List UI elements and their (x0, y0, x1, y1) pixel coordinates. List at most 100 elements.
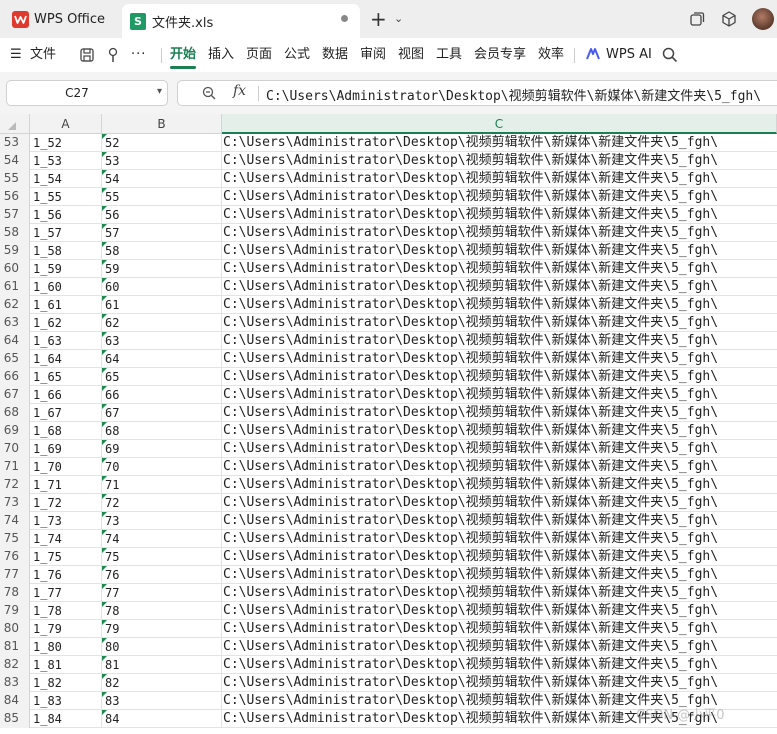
row-header[interactable]: 56 (0, 188, 30, 206)
cell-a[interactable]: 1_62 (30, 314, 102, 332)
cell-b[interactable]: 58 (102, 242, 222, 260)
cell-a[interactable]: 1_84 (30, 710, 102, 728)
formula-input[interactable]: fx C:\Users\Administrator\Desktop\视频剪辑软件… (177, 80, 777, 106)
row-header[interactable]: 76 (0, 548, 30, 566)
name-box[interactable]: C27 ▾ (6, 80, 168, 106)
avatar[interactable] (752, 8, 774, 30)
cell-a[interactable]: 1_79 (30, 620, 102, 638)
cell-a[interactable]: 1_53 (30, 152, 102, 170)
cube-icon[interactable] (720, 10, 738, 28)
cell-a[interactable]: 1_76 (30, 566, 102, 584)
cell-a[interactable]: 1_66 (30, 386, 102, 404)
cell-a[interactable]: 1_74 (30, 530, 102, 548)
row-header[interactable]: 55 (0, 170, 30, 188)
cell-c[interactable]: C:\Users\Administrator\Desktop\视频剪辑软件\新媒… (222, 512, 777, 530)
row-header[interactable]: 71 (0, 458, 30, 476)
format-painter-icon[interactable] (104, 46, 122, 64)
cell-b[interactable]: 65 (102, 368, 222, 386)
cell-b[interactable]: 59 (102, 260, 222, 278)
row-header[interactable]: 61 (0, 278, 30, 296)
cell-b[interactable]: 67 (102, 404, 222, 422)
cell-b[interactable]: 66 (102, 386, 222, 404)
cell-a[interactable]: 1_71 (30, 476, 102, 494)
cell-c[interactable]: C:\Users\Administrator\Desktop\视频剪辑软件\新媒… (222, 314, 777, 332)
cell-a[interactable]: 1_82 (30, 674, 102, 692)
cell-c[interactable]: C:\Users\Administrator\Desktop\视频剪辑软件\新媒… (222, 170, 777, 188)
cell-a[interactable]: 1_72 (30, 494, 102, 512)
cell-a[interactable]: 1_78 (30, 602, 102, 620)
save-icon[interactable] (78, 46, 96, 64)
cell-b[interactable]: 68 (102, 422, 222, 440)
cell-c[interactable]: C:\Users\Administrator\Desktop\视频剪辑软件\新媒… (222, 548, 777, 566)
cell-b[interactable]: 75 (102, 548, 222, 566)
row-header[interactable]: 80 (0, 620, 30, 638)
cell-c[interactable]: C:\Users\Administrator\Desktop\视频剪辑软件\新媒… (222, 458, 777, 476)
cell-a[interactable]: 1_63 (30, 332, 102, 350)
cell-b[interactable]: 72 (102, 494, 222, 512)
cell-b[interactable]: 54 (102, 170, 222, 188)
fx-icon[interactable]: fx (233, 83, 246, 99)
cell-c[interactable]: C:\Users\Administrator\Desktop\视频剪辑软件\新媒… (222, 476, 777, 494)
cell-b[interactable]: 73 (102, 512, 222, 530)
cell-b[interactable]: 78 (102, 602, 222, 620)
file-tab[interactable]: S 文件夹.xls (122, 4, 360, 38)
tab-tools[interactable]: 工具 (436, 38, 462, 72)
cell-c[interactable]: C:\Users\Administrator\Desktop\视频剪辑软件\新媒… (222, 188, 777, 206)
wps-ai-button[interactable]: WPS AI (606, 38, 652, 72)
row-header[interactable]: 79 (0, 602, 30, 620)
cell-c[interactable]: C:\Users\Administrator\Desktop\视频剪辑软件\新媒… (222, 134, 777, 152)
cell-a[interactable]: 1_64 (30, 350, 102, 368)
cell-a[interactable]: 1_54 (30, 170, 102, 188)
tab-data[interactable]: 数据 (322, 38, 348, 72)
cell-b[interactable]: 61 (102, 296, 222, 314)
tab-insert[interactable]: 插入 (208, 38, 234, 72)
cell-c[interactable]: C:\Users\Administrator\Desktop\视频剪辑软件\新媒… (222, 440, 777, 458)
row-header[interactable]: 84 (0, 692, 30, 710)
new-tab-icon[interactable]: + (370, 9, 387, 29)
tab-review[interactable]: 审阅 (360, 38, 386, 72)
cell-c[interactable]: C:\Users\Administrator\Desktop\视频剪辑软件\新媒… (222, 494, 777, 512)
row-header[interactable]: 65 (0, 350, 30, 368)
row-header[interactable]: 73 (0, 494, 30, 512)
cell-a[interactable]: 1_57 (30, 224, 102, 242)
cell-a[interactable]: 1_52 (30, 134, 102, 152)
cell-b[interactable]: 77 (102, 584, 222, 602)
row-header[interactable]: 60 (0, 260, 30, 278)
row-header[interactable]: 77 (0, 566, 30, 584)
cell-a[interactable]: 1_69 (30, 440, 102, 458)
row-header[interactable]: 85 (0, 710, 30, 728)
cell-b[interactable]: 80 (102, 638, 222, 656)
cell-c[interactable]: C:\Users\Administrator\Desktop\视频剪辑软件\新媒… (222, 404, 777, 422)
cell-b[interactable]: 57 (102, 224, 222, 242)
row-header[interactable]: 83 (0, 674, 30, 692)
cell-c[interactable]: C:\Users\Administrator\Desktop\视频剪辑软件\新媒… (222, 152, 777, 170)
more-icon[interactable]: ··· (131, 38, 146, 72)
unsaved-dot-icon[interactable] (341, 15, 348, 22)
cell-a[interactable]: 1_59 (30, 260, 102, 278)
cell-c[interactable]: C:\Users\Administrator\Desktop\视频剪辑软件\新媒… (222, 350, 777, 368)
cell-a[interactable]: 1_67 (30, 404, 102, 422)
row-header[interactable]: 59 (0, 242, 30, 260)
cell-c[interactable]: C:\Users\Administrator\Desktop\视频剪辑软件\新媒… (222, 242, 777, 260)
cell-b[interactable]: 83 (102, 692, 222, 710)
cell-a[interactable]: 1_73 (30, 512, 102, 530)
cell-c[interactable]: C:\Users\Administrator\Desktop\视频剪辑软件\新媒… (222, 206, 777, 224)
zoom-icon[interactable] (202, 86, 216, 100)
cell-b[interactable]: 81 (102, 656, 222, 674)
cell-b[interactable]: 53 (102, 152, 222, 170)
restore-window-icon[interactable] (688, 10, 706, 28)
cell-c[interactable]: C:\Users\Administrator\Desktop\视频剪辑软件\新媒… (222, 530, 777, 548)
tab-efficiency[interactable]: 效率 (538, 38, 564, 72)
cell-b[interactable]: 71 (102, 476, 222, 494)
row-header[interactable]: 68 (0, 404, 30, 422)
cell-a[interactable]: 1_56 (30, 206, 102, 224)
cell-c[interactable]: C:\Users\Administrator\Desktop\视频剪辑软件\新媒… (222, 368, 777, 386)
cell-c[interactable]: C:\Users\Administrator\Desktop\视频剪辑软件\新媒… (222, 296, 777, 314)
cell-b[interactable]: 82 (102, 674, 222, 692)
column-header-c[interactable]: C (222, 114, 777, 134)
menu-icon[interactable]: ☰ (10, 38, 22, 72)
cell-c[interactable]: C:\Users\Administrator\Desktop\视频剪辑软件\新媒… (222, 620, 777, 638)
wps-home-tab[interactable]: WPS Office (0, 0, 118, 38)
cell-b[interactable]: 63 (102, 332, 222, 350)
cell-a[interactable]: 1_80 (30, 638, 102, 656)
